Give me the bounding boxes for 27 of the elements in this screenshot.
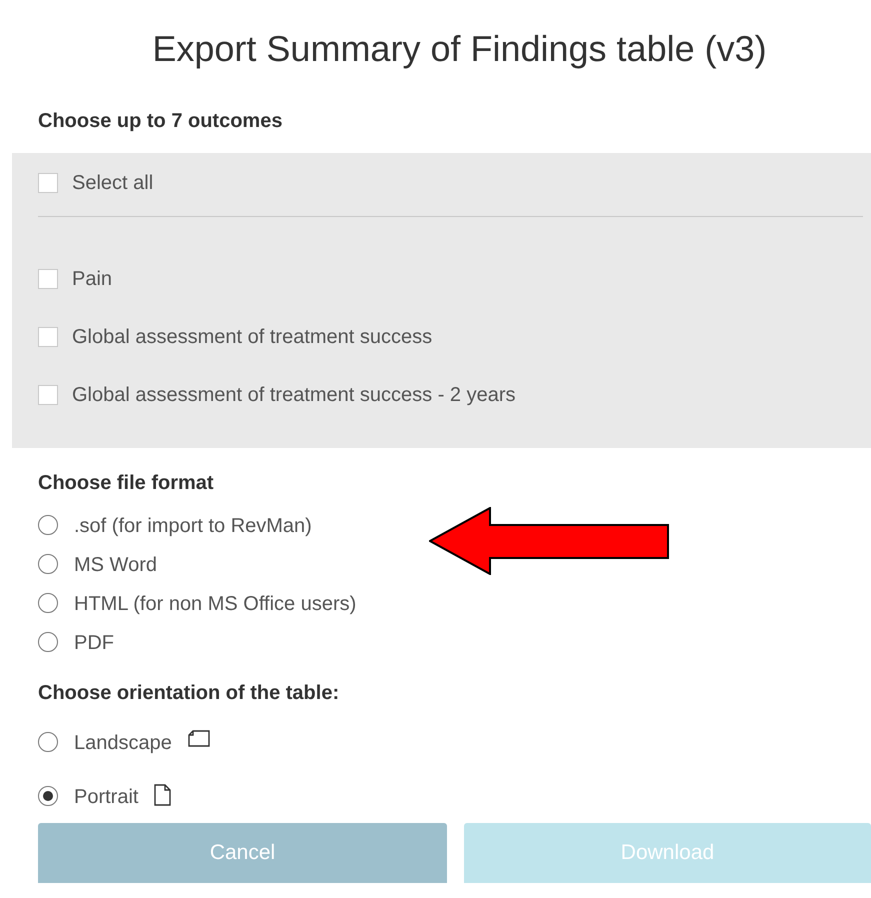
checkbox-label: Pain [72, 267, 112, 292]
checkbox[interactable] [38, 269, 58, 289]
dialog-title: Export Summary of Findings table (v3) [151, 27, 768, 71]
radio-button[interactable] [38, 554, 58, 574]
section-heading: Choose orientation of the table: [38, 681, 340, 706]
radio-label: .sof (for import to RevMan) [74, 514, 312, 539]
section-heading: Choose up to 7 outcomes [38, 109, 284, 134]
radio-button[interactable] [38, 732, 58, 752]
radio-label: MS Word [74, 553, 157, 578]
portrait-page-icon [154, 784, 172, 806]
radio-button[interactable] [38, 593, 58, 613]
radio-label: PDF [74, 631, 114, 656]
radio-label: Portrait [74, 785, 138, 810]
checkbox[interactable] [38, 327, 58, 347]
section-heading: Choose file format [38, 471, 215, 496]
landscape-page-icon [188, 730, 210, 747]
radio-button[interactable] [38, 632, 58, 652]
radio-label: Landscape [74, 731, 172, 756]
radio-label: HTML (for non MS Office users) [74, 592, 356, 617]
checkbox[interactable] [38, 173, 58, 193]
checkbox-label: Global assessment of treatment success [72, 325, 432, 350]
radio-button[interactable] [38, 786, 58, 806]
checkbox[interactable] [38, 385, 58, 405]
radio-button[interactable] [38, 515, 58, 535]
checkbox-label: Global assessment of treatment success - 2 years [72, 383, 516, 408]
checkbox-label: Select all [72, 171, 154, 196]
cancel-button[interactable]: Cancel [38, 823, 447, 883]
